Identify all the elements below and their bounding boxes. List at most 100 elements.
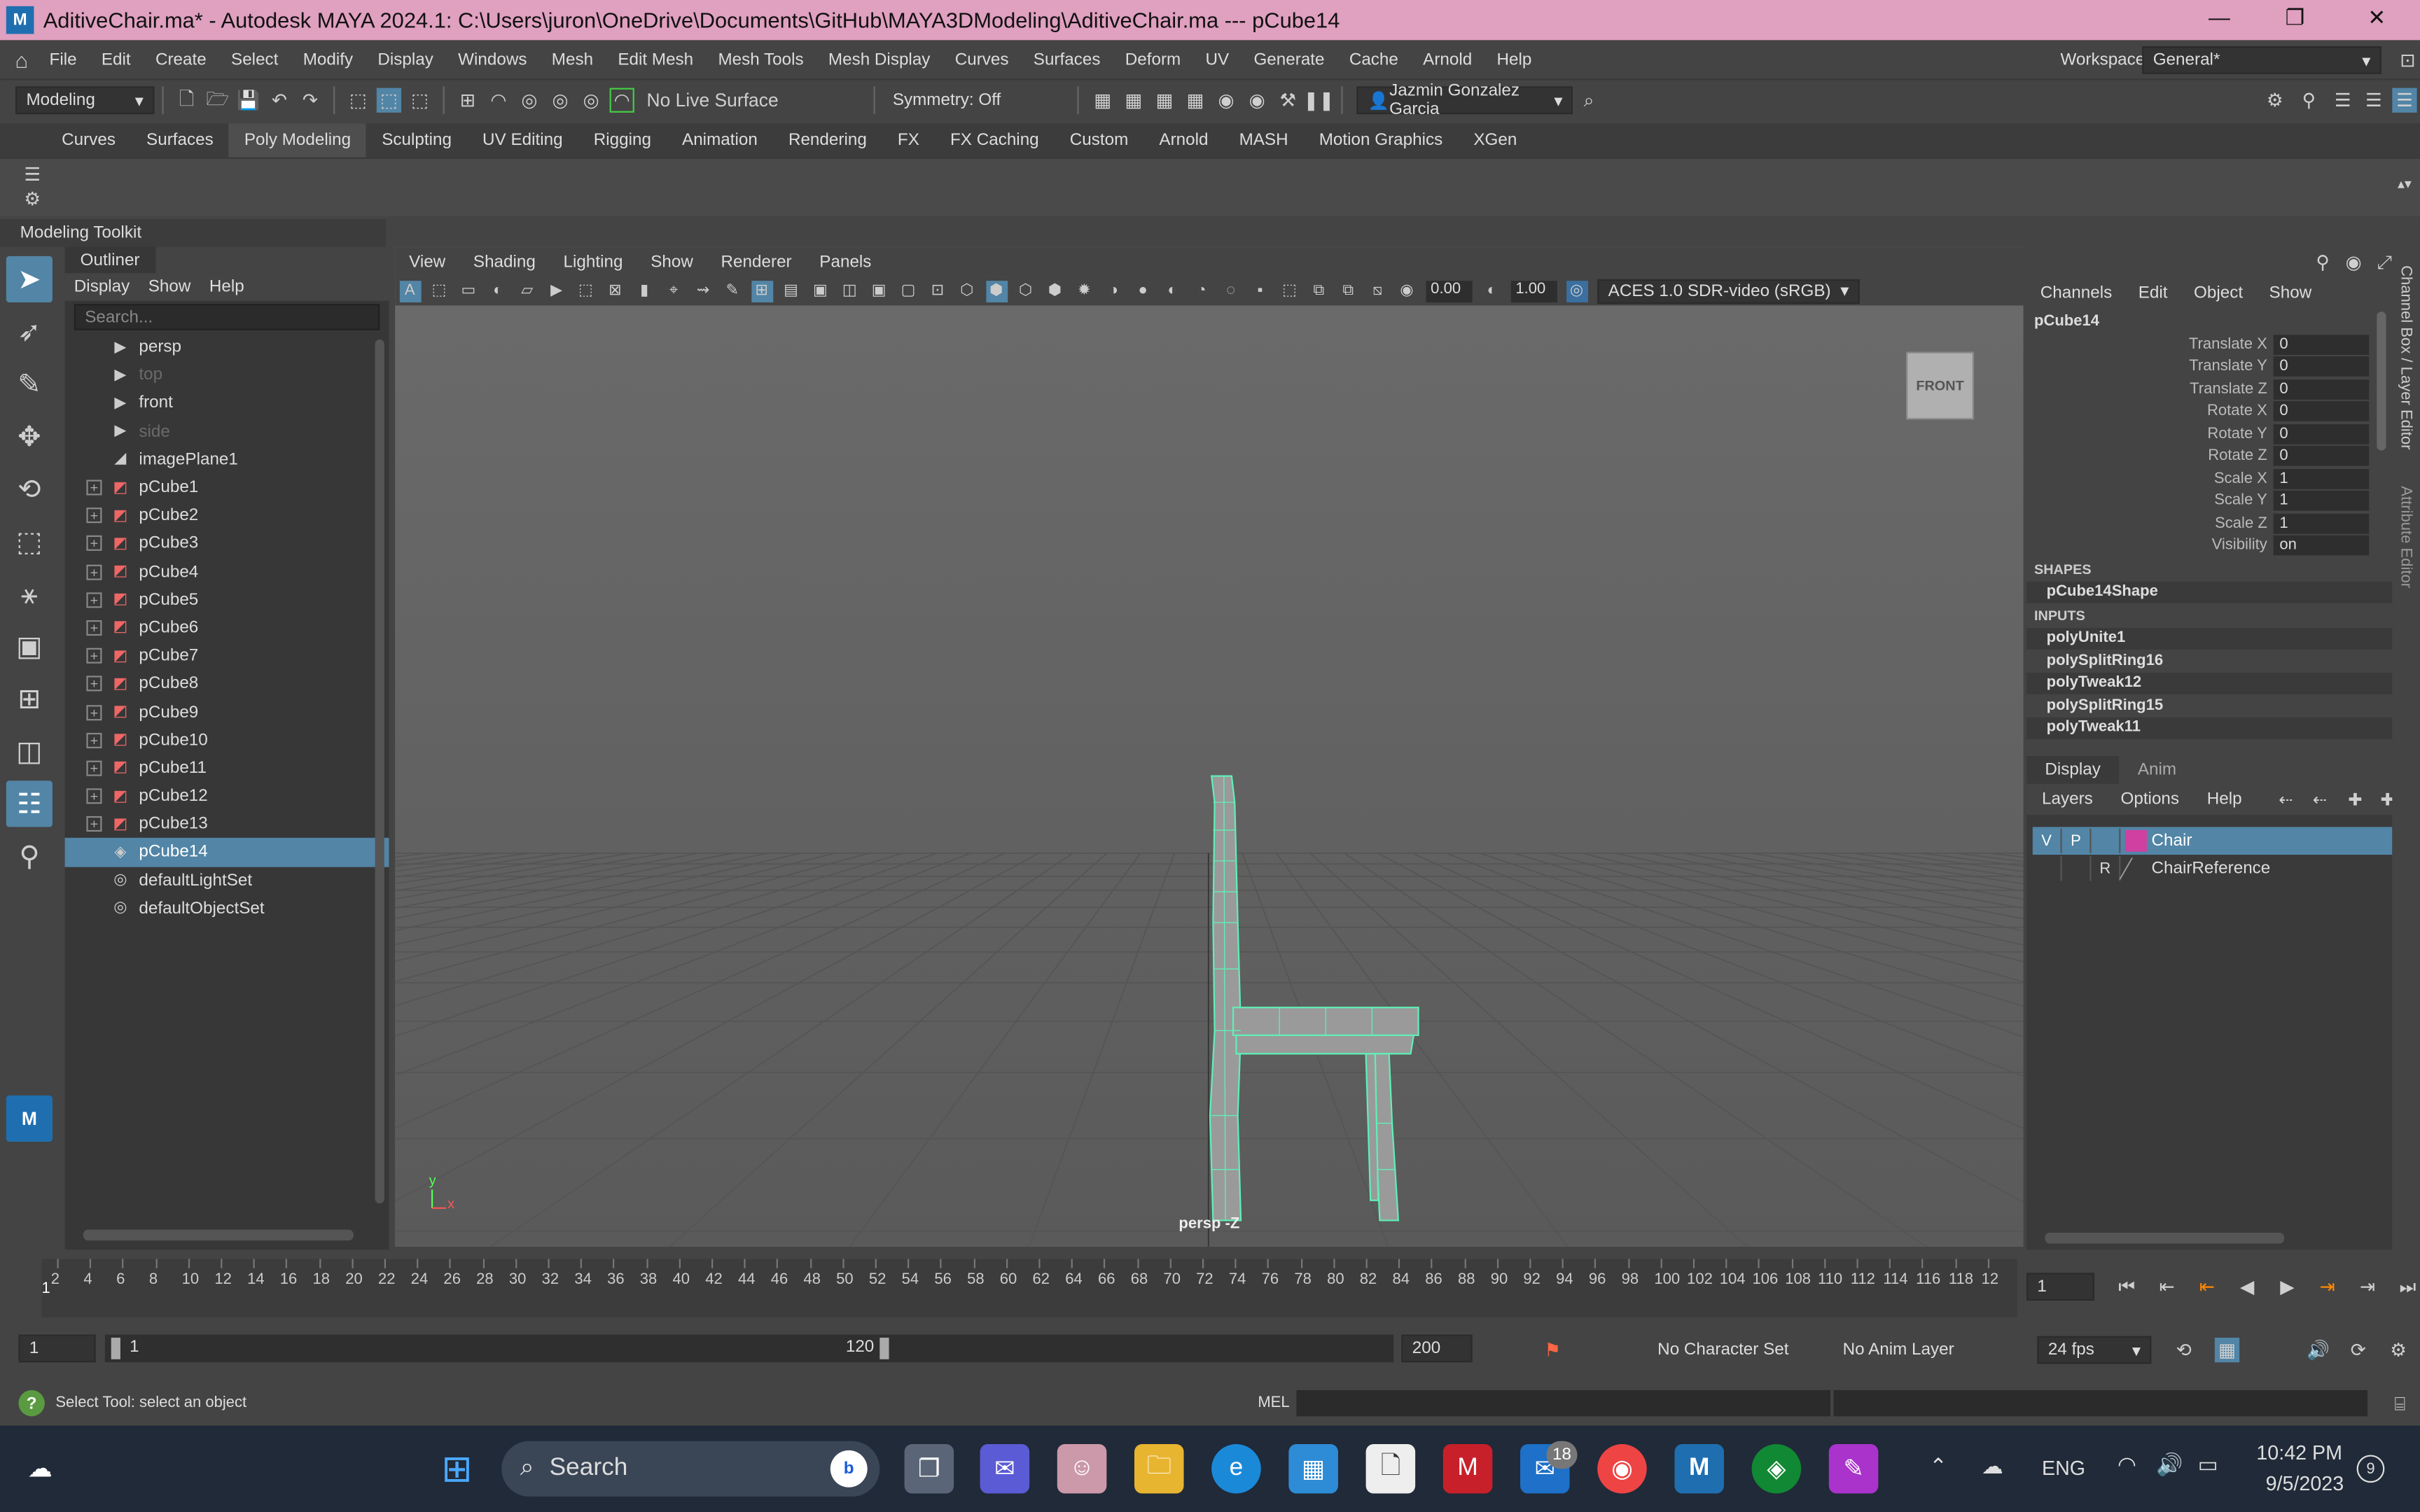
shelf-tab-rigging[interactable]: Rigging bbox=[578, 123, 667, 157]
image-plane-icon[interactable]: ▱ bbox=[516, 280, 538, 302]
expand-icon[interactable]: + bbox=[86, 620, 102, 636]
field-chart-icon[interactable]: ✎ bbox=[721, 280, 743, 302]
render-view-icon[interactable]: ▦ bbox=[1090, 88, 1115, 113]
expand-icon[interactable]: + bbox=[86, 564, 102, 580]
outliner-item[interactable]: + ◩ pCube1 bbox=[65, 474, 389, 502]
gamma-field[interactable]: 1.00 bbox=[1510, 280, 1557, 302]
mcafee-icon[interactable]: M bbox=[1442, 1444, 1493, 1494]
outliner-item[interactable]: + ◩ pCube9 bbox=[65, 698, 389, 726]
shelf-tab-xgen[interactable]: XGen bbox=[1458, 123, 1532, 157]
single-perspective-icon[interactable]: ▣ bbox=[6, 623, 53, 669]
outliner-item[interactable]: + ◩ pCube11 bbox=[65, 754, 389, 782]
two-view-icon[interactable]: ◫ bbox=[6, 728, 53, 774]
channel-attribute-name[interactable]: Rotate Z bbox=[2026, 448, 2274, 465]
step-back-frame-icon[interactable]: ⇤ bbox=[2190, 1275, 2224, 1299]
channel-box-menu-object[interactable]: Object bbox=[2194, 284, 2243, 302]
modeling-toolkit-tab[interactable]: Modeling Toolkit bbox=[0, 218, 387, 247]
viewport-menu-view[interactable]: View bbox=[409, 252, 445, 270]
gate-mask-icon[interactable]: ⇝ bbox=[693, 280, 714, 302]
snap-curve-icon[interactable]: ◠ bbox=[486, 88, 510, 113]
pause-icon[interactable]: ❚❚ bbox=[1303, 88, 1334, 113]
shelf-tab-custom[interactable]: Custom bbox=[1055, 123, 1144, 157]
animation-prefs-icon[interactable]: ⟳ bbox=[2346, 1338, 2370, 1362]
search-icon[interactable]: ⚲ bbox=[6, 833, 53, 879]
layer-row[interactable]: R ChairReference bbox=[2033, 855, 2393, 883]
mel-label[interactable]: MEL bbox=[1258, 1394, 1289, 1411]
viewport-menu-shading[interactable]: Shading bbox=[473, 252, 536, 270]
chair-seat-apron[interactable] bbox=[1235, 1034, 1415, 1055]
outliner-item[interactable]: + ◩ pCube6 bbox=[65, 614, 389, 642]
shelf-tab-arnold[interactable]: Arnold bbox=[1143, 123, 1223, 157]
make-live-icon[interactable]: ◠ bbox=[609, 88, 634, 113]
lasso-tool-icon[interactable]: ➶ bbox=[6, 309, 53, 355]
input-node[interactable]: polyUnite1 bbox=[2026, 626, 2393, 650]
outliner-search-input[interactable]: Search... bbox=[74, 304, 380, 330]
channel-attribute-value[interactable]: 0 bbox=[2273, 401, 2370, 422]
select-tool-icon[interactable]: ➤ bbox=[6, 255, 53, 303]
menu-edit-mesh[interactable]: Edit Mesh bbox=[618, 51, 693, 69]
scale-tool-icon[interactable]: ⬚ bbox=[6, 519, 53, 565]
arnold-render-icon[interactable]: ◉ bbox=[1245, 88, 1270, 113]
colorspace-dropdown[interactable]: ACES 1.0 SDR-video (sRGB) ▾ bbox=[1597, 278, 1860, 304]
channel-attribute-value[interactable]: 0 bbox=[2273, 334, 2370, 355]
outliner-menu-help[interactable]: Help bbox=[209, 278, 244, 296]
snap-point-icon[interactable]: ◎ bbox=[517, 88, 541, 113]
rotate-tool-icon[interactable]: ⟲ bbox=[6, 466, 53, 512]
expand-icon[interactable]: + bbox=[86, 648, 102, 664]
snap-projected-icon[interactable]: ◎ bbox=[548, 88, 572, 113]
clock-date[interactable]: 9/5/2023 bbox=[2266, 1472, 2344, 1495]
layer-row[interactable]: V P Chair bbox=[2032, 827, 2393, 855]
menu-file[interactable]: File bbox=[50, 51, 77, 69]
gamma-icon[interactable]: ◐ bbox=[1481, 280, 1503, 302]
menu-select[interactable]: Select bbox=[231, 51, 278, 69]
cloud-icon[interactable]: ☁ bbox=[1982, 1453, 2003, 1479]
save-scene-icon[interactable]: 💾 bbox=[236, 88, 260, 113]
menu-curves[interactable]: Curves bbox=[955, 51, 1009, 69]
menu-windows[interactable]: Windows bbox=[458, 51, 527, 69]
anim-layer-dropdown[interactable]: No Anim Layer bbox=[1843, 1340, 1954, 1359]
input-node[interactable]: polySplitRing15 bbox=[2026, 694, 2392, 717]
four-view-icon[interactable]: ⊞ bbox=[6, 676, 53, 722]
attribute-editor-icon[interactable]: ☰ bbox=[2330, 88, 2355, 113]
symmetry-dropdown[interactable]: Symmetry: Off bbox=[893, 91, 1001, 109]
2d-pan-icon[interactable]: ▶ bbox=[545, 280, 567, 302]
range-end-handle[interactable] bbox=[879, 1337, 889, 1359]
current-frame-field[interactable]: 1 bbox=[2026, 1273, 2094, 1301]
outliner-item[interactable]: +▶top bbox=[65, 361, 389, 389]
modeling-toolkit-icon[interactable]: ⚙ bbox=[2262, 88, 2287, 113]
select-object-icon[interactable]: ⬚ bbox=[376, 88, 402, 113]
channel-attribute-value[interactable]: 1 bbox=[2273, 468, 2370, 489]
redo-icon[interactable]: ↷ bbox=[298, 88, 322, 113]
expand-icon[interactable]: + bbox=[86, 479, 102, 496]
file-explorer-icon[interactable]: 🗀 bbox=[1134, 1444, 1184, 1494]
shelf-tab-animation[interactable]: Animation bbox=[667, 123, 773, 157]
menu-cache[interactable]: Cache bbox=[1349, 51, 1398, 69]
screen-space-ao-icon[interactable]: ● bbox=[1132, 280, 1154, 302]
time-slider[interactable]: 1 2 4 6 8 10 12 14 16 18 20 22 24 26 28 30 32 34 36 38 40 42… bbox=[0, 1252, 2420, 1324]
shape-node[interactable]: pCube14Shape bbox=[2026, 580, 2393, 603]
isolate-select-icon[interactable]: ▪ bbox=[1249, 280, 1271, 302]
safe-action-icon[interactable]: ▤ bbox=[780, 280, 802, 302]
channel-attribute-name[interactable]: Rotate Y bbox=[2026, 426, 2274, 442]
outliner-item[interactable]: +▶side bbox=[65, 417, 389, 445]
menu-display[interactable]: Display bbox=[377, 51, 433, 69]
layer-color-swatch[interactable] bbox=[2125, 830, 2147, 852]
channel-attribute-name[interactable]: Translate Z bbox=[2026, 381, 2274, 398]
viewport-scene[interactable]: y x bbox=[395, 305, 2024, 1247]
snap-view-plane-icon[interactable]: ◎ bbox=[579, 88, 604, 113]
menu-edit[interactable]: Edit bbox=[102, 51, 131, 69]
hypershade-icon[interactable]: ◉ bbox=[1214, 88, 1238, 113]
range-start-handle[interactable] bbox=[111, 1337, 120, 1359]
exposure-field[interactable]: 0.00 bbox=[1426, 280, 1473, 302]
exposure-icon[interactable]: ◉ bbox=[1396, 280, 1418, 302]
shelf-tab-motion-graphics[interactable]: Motion Graphics bbox=[1304, 123, 1459, 157]
new-layer-icon[interactable]: ✚ bbox=[2343, 787, 2367, 811]
shelf-tab-rendering[interactable]: Rendering bbox=[773, 123, 882, 157]
menu-modify[interactable]: Modify bbox=[303, 51, 353, 69]
outliner-item[interactable]: + ◩ pCube3 bbox=[65, 530, 389, 558]
scene-canvas[interactable]: y x bbox=[395, 305, 2024, 1247]
loop-icon[interactable]: ⟲ bbox=[2171, 1338, 2196, 1362]
show-grid-icon[interactable]: ⊞ bbox=[751, 280, 773, 302]
new-scene-icon[interactable]: 🗋 bbox=[174, 88, 199, 113]
step-forward-key-icon[interactable]: ⇥ bbox=[2351, 1275, 2384, 1299]
